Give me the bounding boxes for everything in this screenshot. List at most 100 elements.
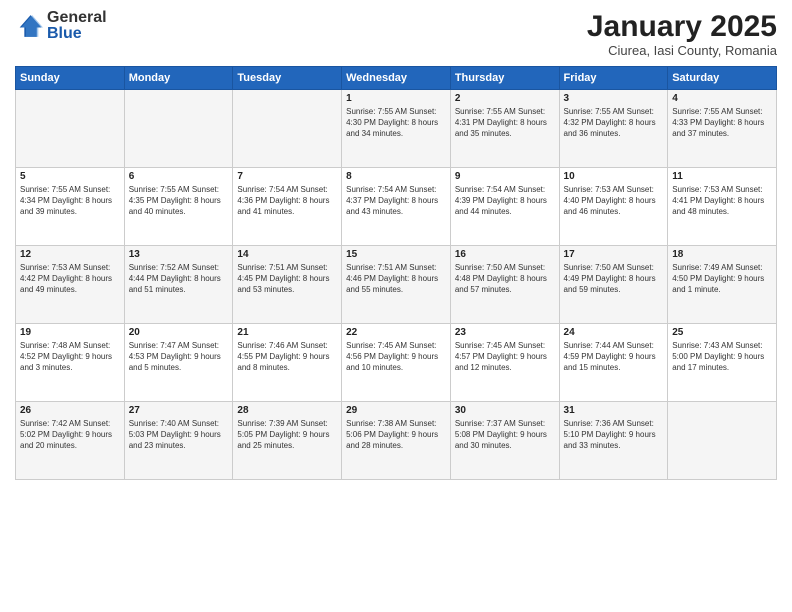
day-number: 14 <box>237 249 337 260</box>
calendar-cell: 7Sunrise: 7:54 AM Sunset: 4:36 PM Daylig… <box>233 168 342 246</box>
calendar-cell <box>668 402 777 480</box>
day-info: Sunrise: 7:55 AM Sunset: 4:34 PM Dayligh… <box>20 184 120 218</box>
day-number: 15 <box>346 249 446 260</box>
calendar-cell: 24 Sunrise: 7:44 AM Sunset: 4:59 PM Dayli… <box>559 324 668 402</box>
calendar-cell: 27 Sunrise: 7:40 AM Sunset: 5:03 PM Dayli… <box>124 402 233 480</box>
day-info: Sunrise: 7:52 AM Sunset: 4:44 PM Dayligh… <box>129 262 229 296</box>
calendar-cell: 4 Sunrise: 7:55 AM Sunset: 4:33 PM Daylig… <box>668 90 777 168</box>
calendar-week-3: 12 Sunrise: 7:53 AM Sunset: 4:42 PM Dayli… <box>16 246 777 324</box>
calendar-cell: 28 Sunrise: 7:39 AM Sunset: 5:05 PM Dayli… <box>233 402 342 480</box>
day-number: 24 <box>564 327 664 338</box>
month-title: January 2025 <box>587 10 777 43</box>
day-info: Sunrise: 7:39 AM Sunset: 5:05 PM Dayligh… <box>237 418 337 452</box>
day-info: Sunrise: 7:46 AM Sunset: 4:55 PM Dayligh… <box>237 340 337 374</box>
calendar-cell: 16 Sunrise: 7:50 AM Sunset: 4:48 PM Dayli… <box>450 246 559 324</box>
day-info: Sunrise: 7:43 AM Sunset: 5:00 PM Dayligh… <box>672 340 772 374</box>
calendar-cell: 11 Sunrise: 7:53 AM Sunset: 4:41 PM Dayli… <box>668 168 777 246</box>
day-info: Sunrise: 7:51 AM Sunset: 4:46 PM Dayligh… <box>346 262 446 296</box>
logo: General Blue <box>15 10 107 42</box>
calendar-cell: 21 Sunrise: 7:46 AM Sunset: 4:55 PM Dayli… <box>233 324 342 402</box>
calendar-body: 1 Sunrise: 7:55 AM Sunset: 4:30 PM Daylig… <box>16 90 777 480</box>
day-info: Sunrise: 7:37 AM Sunset: 5:08 PM Dayligh… <box>455 418 555 452</box>
calendar-cell: 5 Sunrise: 7:55 AM Sunset: 4:34 PM Daylig… <box>16 168 125 246</box>
calendar-week-5: 26 Sunrise: 7:42 AM Sunset: 5:02 PM Dayli… <box>16 402 777 480</box>
day-info: Sunrise: 7:53 AM Sunset: 4:42 PM Dayligh… <box>20 262 120 296</box>
day-info: Sunrise: 7:50 AM Sunset: 4:49 PM Dayligh… <box>564 262 664 296</box>
day-info: Sunrise: 7:50 AM Sunset: 4:48 PM Dayligh… <box>455 262 555 296</box>
day-number: 1 <box>346 93 446 104</box>
day-number: 12 <box>20 249 120 260</box>
day-number: 30 <box>455 405 555 416</box>
day-number: 21 <box>237 327 337 338</box>
calendar-cell: 8 Sunrise: 7:54 AM Sunset: 4:37 PM Daylig… <box>342 168 451 246</box>
day-info: Sunrise: 7:42 AM Sunset: 5:02 PM Dayligh… <box>20 418 120 452</box>
day-number: 19 <box>20 327 120 338</box>
calendar-cell: 30 Sunrise: 7:37 AM Sunset: 5:08 PM Dayli… <box>450 402 559 480</box>
day-info: Sunrise: 7:45 AM Sunset: 4:56 PM Dayligh… <box>346 340 446 374</box>
day-info: Sunrise: 7:47 AM Sunset: 4:53 PM Dayligh… <box>129 340 229 374</box>
day-info: Sunrise: 7:53 AM Sunset: 4:41 PM Dayligh… <box>672 184 772 218</box>
day-info: Sunrise: 7:40 AM Sunset: 5:03 PM Dayligh… <box>129 418 229 452</box>
day-number: 13 <box>129 249 229 260</box>
calendar-cell: 15 Sunrise: 7:51 AM Sunset: 4:46 PM Dayli… <box>342 246 451 324</box>
logo-general: General <box>47 10 107 26</box>
day-number: 6 <box>129 171 229 182</box>
day-info: Sunrise: 7:55 AM Sunset: 4:30 PM Dayligh… <box>346 106 446 140</box>
day-number: 26 <box>20 405 120 416</box>
calendar-cell <box>233 90 342 168</box>
calendar-cell: 23Sunrise: 7:45 AM Sunset: 4:57 PM Dayli… <box>450 324 559 402</box>
calendar-cell: 3 Sunrise: 7:55 AM Sunset: 4:32 PM Daylig… <box>559 90 668 168</box>
calendar-week-2: 5 Sunrise: 7:55 AM Sunset: 4:34 PM Daylig… <box>16 168 777 246</box>
day-number: 9 <box>455 171 555 182</box>
calendar-week-1: 1 Sunrise: 7:55 AM Sunset: 4:30 PM Daylig… <box>16 90 777 168</box>
calendar-cell: 19 Sunrise: 7:48 AM Sunset: 4:52 PM Dayli… <box>16 324 125 402</box>
day-number: 27 <box>129 405 229 416</box>
day-info: Sunrise: 7:55 AM Sunset: 4:32 PM Dayligh… <box>564 106 664 140</box>
title-block: January 2025 Ciurea, Iasi County, Romani… <box>587 10 777 58</box>
day-info: Sunrise: 7:54 AM Sunset: 4:39 PM Dayligh… <box>455 184 555 218</box>
day-number: 18 <box>672 249 772 260</box>
calendar-cell: 22 Sunrise: 7:45 AM Sunset: 4:56 PM Dayli… <box>342 324 451 402</box>
calendar-cell: 29Sunrise: 7:38 AM Sunset: 5:06 PM Dayli… <box>342 402 451 480</box>
day-info: Sunrise: 7:38 AM Sunset: 5:06 PM Dayligh… <box>346 418 446 452</box>
calendar-cell: 26 Sunrise: 7:42 AM Sunset: 5:02 PM Dayli… <box>16 402 125 480</box>
calendar-cell: 17Sunrise: 7:50 AM Sunset: 4:49 PM Dayli… <box>559 246 668 324</box>
day-number: 8 <box>346 171 446 182</box>
day-info: Sunrise: 7:55 AM Sunset: 4:33 PM Dayligh… <box>672 106 772 140</box>
col-tuesday: Tuesday <box>233 67 342 90</box>
day-info: Sunrise: 7:44 AM Sunset: 4:59 PM Dayligh… <box>564 340 664 374</box>
calendar-cell <box>16 90 125 168</box>
calendar-cell: 9 Sunrise: 7:54 AM Sunset: 4:39 PM Daylig… <box>450 168 559 246</box>
day-number: 16 <box>455 249 555 260</box>
col-wednesday: Wednesday <box>342 67 451 90</box>
calendar-cell: 20 Sunrise: 7:47 AM Sunset: 4:53 PM Dayli… <box>124 324 233 402</box>
day-info: Sunrise: 7:49 AM Sunset: 4:50 PM Dayligh… <box>672 262 772 296</box>
day-number: 5 <box>20 171 120 182</box>
calendar-cell: 10Sunrise: 7:53 AM Sunset: 4:40 PM Dayli… <box>559 168 668 246</box>
day-info: Sunrise: 7:48 AM Sunset: 4:52 PM Dayligh… <box>20 340 120 374</box>
calendar-cell: 2Sunrise: 7:55 AM Sunset: 4:31 PM Daylig… <box>450 90 559 168</box>
day-number: 4 <box>672 93 772 104</box>
calendar-cell: 18 Sunrise: 7:49 AM Sunset: 4:50 PM Dayli… <box>668 246 777 324</box>
day-number: 3 <box>564 93 664 104</box>
calendar-cell: 14Sunrise: 7:51 AM Sunset: 4:45 PM Dayli… <box>233 246 342 324</box>
calendar-cell: 1 Sunrise: 7:55 AM Sunset: 4:30 PM Daylig… <box>342 90 451 168</box>
col-friday: Friday <box>559 67 668 90</box>
logo-icon <box>15 12 43 40</box>
day-info: Sunrise: 7:45 AM Sunset: 4:57 PM Dayligh… <box>455 340 555 374</box>
day-number: 20 <box>129 327 229 338</box>
day-number: 31 <box>564 405 664 416</box>
col-monday: Monday <box>124 67 233 90</box>
calendar-cell <box>124 90 233 168</box>
day-number: 28 <box>237 405 337 416</box>
day-number: 2 <box>455 93 555 104</box>
calendar-header: Sunday Monday Tuesday Wednesday Thursday… <box>16 67 777 90</box>
day-number: 22 <box>346 327 446 338</box>
day-info: Sunrise: 7:54 AM Sunset: 4:37 PM Dayligh… <box>346 184 446 218</box>
calendar-cell: 13 Sunrise: 7:52 AM Sunset: 4:44 PM Dayli… <box>124 246 233 324</box>
calendar-cell: 25Sunrise: 7:43 AM Sunset: 5:00 PM Dayli… <box>668 324 777 402</box>
day-number: 11 <box>672 171 772 182</box>
calendar-week-4: 19 Sunrise: 7:48 AM Sunset: 4:52 PM Dayli… <box>16 324 777 402</box>
header-row: Sunday Monday Tuesday Wednesday Thursday… <box>16 67 777 90</box>
day-info: Sunrise: 7:36 AM Sunset: 5:10 PM Dayligh… <box>564 418 664 452</box>
